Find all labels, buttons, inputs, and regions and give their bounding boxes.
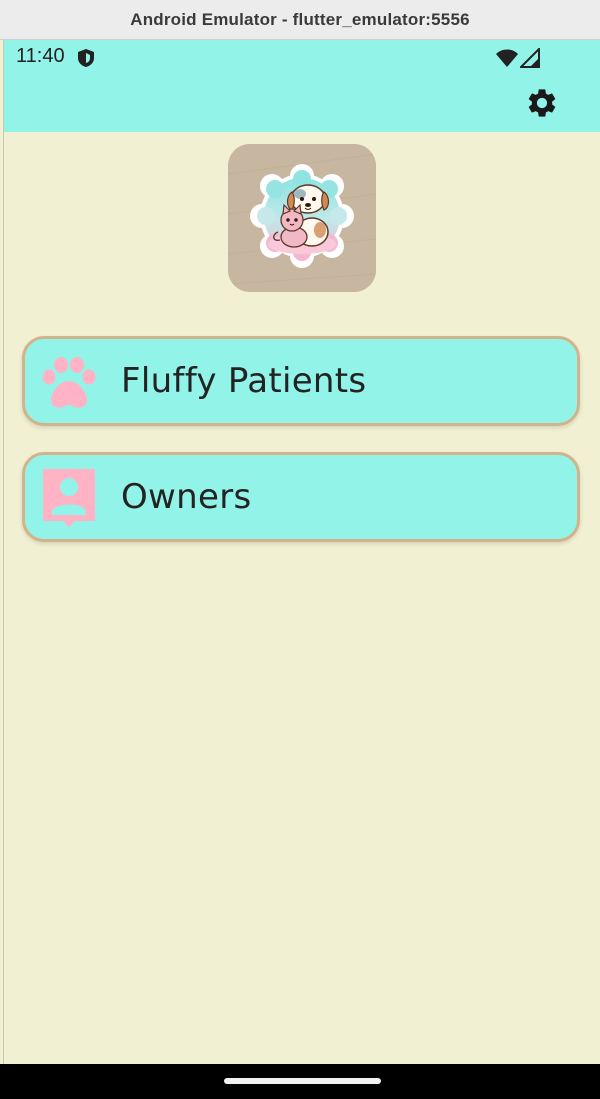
app-logo xyxy=(228,144,376,292)
emulator-window: Android Emulator - flutter_emulator:5556… xyxy=(0,0,600,1099)
home-indicator[interactable] xyxy=(224,1078,381,1084)
signal-icon xyxy=(520,48,540,68)
settings-gear-icon[interactable] xyxy=(525,86,559,120)
window-title: Android Emulator - flutter_emulator:5556 xyxy=(130,9,470,29)
status-bar: 11:40 xyxy=(4,40,600,76)
window-title-bar: Android Emulator - flutter_emulator:5556 xyxy=(0,0,600,40)
device-screen: 11:40 Fluffy Patients Owners xyxy=(4,40,600,1064)
fluffy-patients-label: Fluffy Patients xyxy=(121,361,367,401)
paw-icon xyxy=(42,357,96,408)
fluffy-patients-button[interactable]: Fluffy Patients xyxy=(22,336,580,426)
person-icon xyxy=(43,469,95,527)
shield-icon xyxy=(78,49,94,67)
puppy-kitten-logo xyxy=(228,144,376,292)
status-time: 11:40 xyxy=(16,45,65,67)
owners-label: Owners xyxy=(121,477,252,517)
wifi-icon xyxy=(496,49,518,67)
app-bar xyxy=(4,76,600,132)
owners-button[interactable]: Owners xyxy=(22,452,580,542)
